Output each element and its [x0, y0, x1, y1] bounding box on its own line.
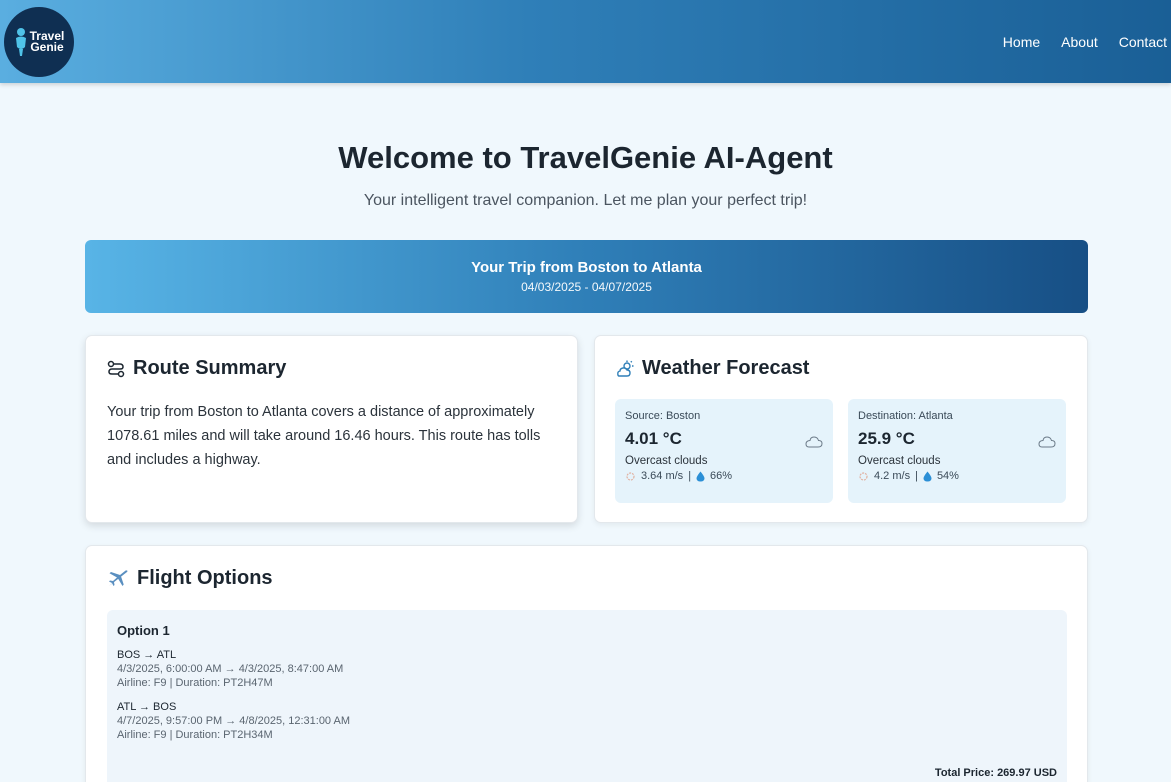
- page-title: Welcome to TravelGenie AI-Agent: [338, 140, 833, 175]
- weather-source-box: Source: Boston 4.01 °C Overcast clouds 3…: [615, 399, 833, 503]
- trip-title: Your Trip from Boston to Atlanta: [471, 259, 702, 276]
- trip-banner: Your Trip from Boston to Atlanta 04/03/2…: [85, 240, 1088, 313]
- airplane-icon: [109, 569, 128, 586]
- nav-home-link[interactable]: Home: [1003, 34, 1040, 50]
- page-subtitle: Your intelligent travel companion. Let m…: [363, 192, 808, 209]
- cloud-icon: [805, 436, 823, 448]
- humidity-drop-icon: [696, 471, 705, 481]
- flight-options-heading: Flight Options: [107, 567, 273, 590]
- weather-forecast-heading: Weather Forecast: [616, 357, 809, 380]
- sun-cloud-icon: [617, 360, 634, 377]
- segment-route: ATL → BOS: [117, 701, 177, 713]
- main-nav: Home About Contact: [1003, 34, 1167, 50]
- stats-divider: |: [688, 470, 692, 482]
- weather-destination-desc: Overcast clouds: [858, 455, 941, 467]
- wind-icon: [859, 471, 868, 481]
- logo-text-genie: Genie: [30, 40, 64, 54]
- flight-option-title: Option 1: [117, 623, 170, 638]
- travelgenie-logo[interactable]: Travel Genie: [4, 7, 74, 77]
- cloud-icon: [1038, 436, 1056, 448]
- weather-source-humidity: 66%: [710, 470, 733, 482]
- segment-airline-duration: Airline: F9 | Duration: PT2H34M: [117, 729, 273, 741]
- route-summary-heading: Route Summary: [107, 357, 286, 380]
- weather-forecast-card: Weather Forecast Source: Boston 4.01 °C …: [594, 335, 1088, 523]
- weather-destination-temp: 25.9 °C: [858, 429, 915, 448]
- stats-divider: |: [915, 470, 918, 482]
- segment-airline-duration: Airline: F9 | Duration: PT2H47M: [117, 677, 273, 689]
- total-price: Total Price: 269.97 USD: [934, 767, 1057, 779]
- weather-destination-box: Destination: Atlanta 25.9 °C Overcast cl…: [848, 399, 1066, 503]
- weather-source-label: Source: Boston: [625, 410, 701, 422]
- weather-forecast-title: Weather Forecast: [642, 357, 810, 379]
- route-summary-title: Route Summary: [133, 357, 287, 379]
- weather-source-stats: 3.64 m/s | 66%: [625, 470, 823, 482]
- weather-destination-wind: 4.2 m/s: [874, 470, 911, 482]
- segment-times: 4/7/2025, 9:57:00 PM → 4/8/2025, 12:31:0…: [117, 715, 350, 727]
- nav-about-link[interactable]: About: [1061, 34, 1098, 50]
- weather-source-wind: 3.64 m/s: [641, 470, 684, 482]
- flight-options-title: Flight Options: [137, 567, 273, 589]
- flight-options-card: Flight Options Option 1 BOS → ATL 4/3/20…: [85, 545, 1088, 782]
- weather-source-desc: Overcast clouds: [625, 455, 708, 467]
- trip-dates: 04/03/2025 - 04/07/2025: [521, 280, 652, 294]
- flight-option-1[interactable]: Option 1 BOS → ATL 4/3/2025, 6:00:00 AM …: [107, 610, 1067, 782]
- route-summary-card: Route Summary Your trip from Boston to A…: [85, 335, 578, 523]
- segment-times: 4/3/2025, 6:00:00 AM → 4/3/2025, 8:47:00…: [117, 663, 344, 675]
- genie-lamp-icon: [15, 28, 26, 56]
- segment-route: BOS → ATL: [117, 649, 177, 661]
- weather-destination-stats: 4.2 m/s | 54%: [858, 470, 1056, 482]
- weather-destination-label: Destination: Atlanta: [858, 410, 953, 422]
- top-navbar: Travel Genie Home About Contact: [0, 0, 1171, 83]
- weather-destination-humidity: 54%: [936, 470, 959, 482]
- route-summary-text: Your trip from Boston to Atlanta covers …: [107, 404, 541, 468]
- weather-source-temp: 4.01 °C: [625, 429, 682, 448]
- route-icon: [107, 360, 125, 377]
- flight-segment-return: ATL → BOS 4/7/2025, 9:57:00 PM → 4/8/202…: [117, 700, 1057, 742]
- logo-text: Travel Genie: [30, 30, 65, 54]
- wind-icon: [626, 471, 635, 481]
- humidity-drop-icon: [923, 471, 932, 481]
- flight-segment-outbound: BOS → ATL 4/3/2025, 6:00:00 AM → 4/3/202…: [117, 648, 1057, 690]
- nav-contact-link[interactable]: Contact: [1119, 34, 1167, 50]
